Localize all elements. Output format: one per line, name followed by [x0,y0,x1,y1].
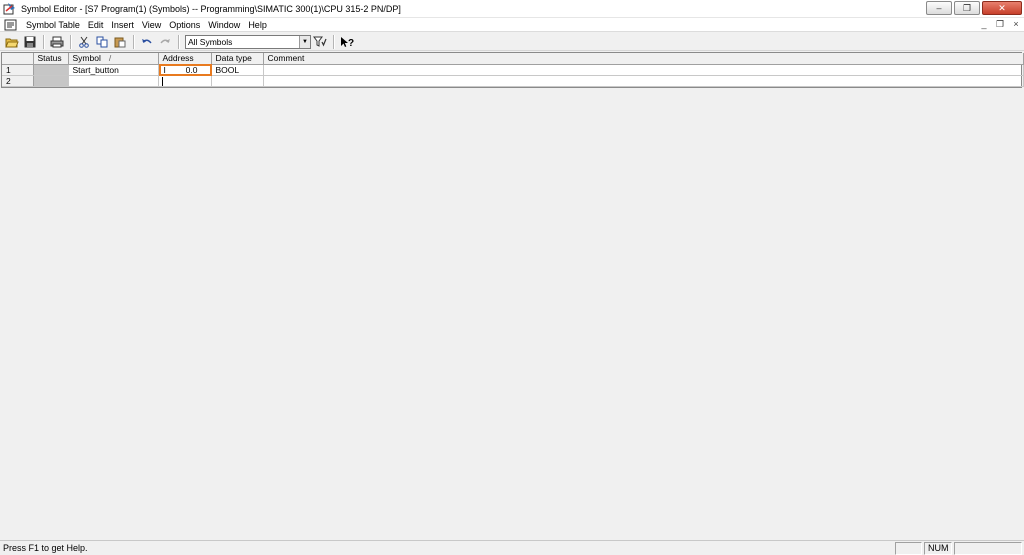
data-type-cell[interactable]: BOOL [211,64,264,76]
context-help-icon[interactable]: ? [339,34,355,50]
menu-help[interactable]: Help [244,19,271,31]
symbol-filter-select[interactable]: All Symbols ▼ [185,34,311,49]
table-header-row: Status Symbol / Address Data type Comment [2,53,1024,65]
comment-cell[interactable] [263,75,1024,87]
minimize-button[interactable]: – [926,1,952,15]
menu-window[interactable]: Window [204,19,244,31]
redo-icon[interactable] [157,34,173,50]
open-folder-icon[interactable] [4,34,20,50]
status-bar: Press F1 to get Help. NUM [0,540,1024,555]
status-help-text: Press F1 to get Help. [3,543,88,553]
status-cell[interactable] [33,75,69,87]
print-icon[interactable] [49,34,65,50]
menu-insert[interactable]: Insert [107,19,138,31]
copy-icon[interactable] [94,34,110,50]
address-cell[interactable]: I 0.0 [158,63,212,76]
mdi-close-button[interactable]: × [1010,19,1022,30]
column-header-status[interactable]: Status [33,53,69,65]
row-number-header[interactable] [2,53,34,65]
window-title: Symbol Editor - [S7 Program(1) (Symbols)… [21,3,401,14]
paste-icon[interactable] [112,34,128,50]
mdi-restore-button[interactable]: ❐ [994,19,1006,30]
table-row: 2 [2,75,1024,87]
address-cell-focus[interactable]: I 0.0 [158,63,212,76]
menu-bar: Symbol Table Edit Insert View Options Wi… [0,18,1024,32]
row-number[interactable]: 1 [2,64,34,76]
title-bar: Symbol Editor - [S7 Program(1) (Symbols)… [0,0,1024,18]
mdi-minimize-button[interactable]: _ [978,19,990,30]
num-lock-indicator: NUM [924,541,952,555]
column-header-comment[interactable]: Comment [263,53,1024,65]
save-icon[interactable] [22,34,38,50]
svg-text:?: ? [348,38,354,48]
symbol-cell[interactable] [68,75,159,87]
comment-cell[interactable] [263,64,1024,76]
column-header-symbol-label: Symbol [72,53,101,64]
restore-button[interactable]: ❐ [954,1,980,15]
symbol-editor-app-icon[interactable] [3,2,17,16]
column-header-data-type[interactable]: Data type [211,53,264,65]
status-cell[interactable] [33,64,69,76]
column-header-address[interactable]: Address [158,53,212,65]
sort-indicator: / [108,53,112,64]
menu-edit[interactable]: Edit [84,19,108,31]
document-menu-icon[interactable] [4,19,18,31]
chevron-down-icon[interactable]: ▼ [299,35,310,48]
close-button[interactable]: ✕ [982,1,1022,15]
undo-icon[interactable] [139,34,155,50]
menu-options[interactable]: Options [165,19,204,31]
toolbar: All Symbols ▼ ? [0,33,1024,51]
column-header-symbol[interactable]: Symbol / [68,53,159,65]
address-operand: I [163,64,166,75]
symbol-filter-value: All Symbols [188,36,233,47]
filter-icon[interactable] [312,34,328,50]
address-number: 0.0 [185,64,198,75]
table-row: 1 Start_button I 0.0 BOOL [2,63,1024,76]
data-type-cell[interactable] [211,75,264,87]
cut-icon[interactable] [76,34,92,50]
menu-view[interactable]: View [138,19,165,31]
address-cell[interactable] [158,75,212,87]
status-pane-empty [895,541,922,555]
row-number[interactable]: 2 [2,75,34,87]
status-pane-extra [954,541,1022,555]
symbol-table: Status Symbol / Address Data type Comment… [1,52,1024,88]
text-caret [161,76,163,86]
symbol-cell[interactable]: Start_button [68,64,159,76]
menu-symbol-table[interactable]: Symbol Table [22,19,84,31]
